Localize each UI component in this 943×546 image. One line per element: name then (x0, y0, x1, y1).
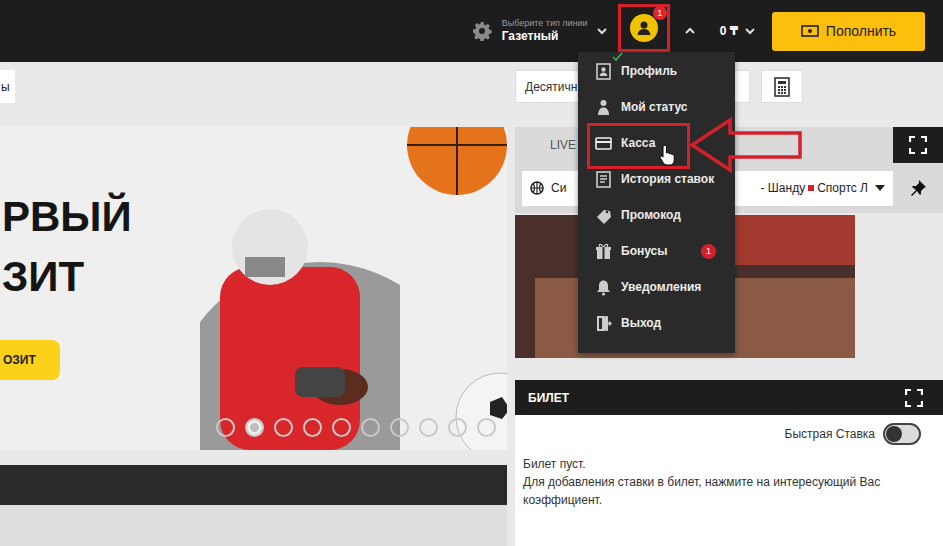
carousel-dot[interactable] (419, 418, 438, 437)
pointer-arrow-icon (688, 117, 804, 173)
pin-icon[interactable] (909, 179, 927, 197)
chevron-up-icon[interactable] (684, 25, 696, 37)
carousel-dot[interactable] (216, 418, 235, 437)
avatar[interactable]: 1 (630, 14, 658, 42)
chevron-down-icon[interactable] (744, 25, 756, 37)
calculator-icon (774, 77, 790, 97)
deposit-label: Пополнить (826, 23, 896, 39)
line-type-value[interactable]: Газетный (502, 29, 588, 44)
empty-ticket-title: Билет пуст. (523, 455, 935, 473)
sports-bar (0, 465, 507, 505)
deposit-button[interactable]: Пополнить (772, 12, 925, 51)
menu-item-label: Профиль (621, 64, 677, 78)
status-icon (595, 99, 612, 116)
logout-icon (595, 315, 612, 332)
calculator-button[interactable] (761, 70, 803, 103)
history-icon (595, 171, 612, 188)
hand-cursor-icon (659, 144, 677, 166)
ticket-body: Быстрая Ставка Билет пуст. Для добавлени… (515, 415, 943, 546)
menu-item[interactable]: Профиль (578, 53, 735, 89)
profile-icon (595, 63, 612, 80)
top-bar: Выберите тип линии Газетный 1 0 ₸ Пополн… (0, 0, 943, 62)
carousel-dot[interactable] (245, 418, 264, 437)
banner-headline: РВЫЙ (0, 191, 132, 243)
notification-badge: 1 (653, 6, 667, 20)
money-icon (801, 25, 819, 37)
carousel-dot[interactable] (303, 418, 322, 437)
menu-item-label: Касса (621, 136, 655, 150)
match-name-start: Си (551, 181, 566, 195)
menu-item[interactable]: История ставок (578, 161, 735, 197)
card-icon (595, 135, 612, 152)
basketball-icon (405, 127, 507, 195)
basketball-icon (530, 181, 544, 195)
gift-icon (595, 243, 612, 260)
expand-icon[interactable] (905, 389, 923, 407)
bell-icon (595, 279, 612, 296)
ticket-header: БИЛЕТ (515, 380, 943, 415)
caret-down-icon (875, 184, 885, 192)
banner-headline: ЗИТ (0, 251, 132, 303)
menu-item-label: Промокод (621, 208, 681, 222)
promo-banner[interactable]: РВЫЙ ЗИТ ОЗИТ (0, 127, 507, 450)
gear-icon[interactable] (472, 21, 492, 41)
odds-format-value: Десятичн (525, 80, 577, 94)
user-icon (636, 20, 652, 36)
live-tab-label: LIVE (550, 138, 576, 152)
soccer-ball-icon (440, 367, 507, 450)
menu-item[interactable]: Уведомления (578, 269, 735, 305)
banner-button[interactable]: ОЗИТ (0, 340, 60, 380)
carousel-dot[interactable] (274, 418, 293, 437)
menu-item-label: Бонусы (621, 244, 668, 258)
menu-item[interactable]: Промокод (578, 197, 735, 233)
empty-ticket-hint: Для добавления ставки в билет, нажмите н… (523, 473, 935, 509)
player-image (200, 172, 400, 450)
carousel-dot[interactable] (448, 418, 467, 437)
carousel-dot[interactable] (390, 418, 409, 437)
user-button[interactable]: 1 (618, 4, 670, 52)
menu-item[interactable]: Выход (578, 305, 735, 341)
sport-tab[interactable]: ы (0, 70, 15, 103)
tag-icon (595, 207, 612, 224)
expand-icon (909, 136, 927, 154)
menu-item[interactable]: Бонусы 1 (578, 233, 735, 269)
expand-button[interactable] (893, 127, 943, 163)
quick-bet-label: Быстрая Ставка (785, 427, 875, 441)
menu-item-label: Уведомления (621, 280, 701, 294)
menu-item-label: Выход (621, 316, 661, 330)
menu-item-label: Мой статус (621, 100, 688, 114)
match-name-end: - ШандуСпортс Л (761, 181, 868, 195)
carousel-dot[interactable] (361, 418, 380, 437)
menu-badge: 1 (701, 244, 716, 259)
check-icon (612, 51, 623, 62)
quick-bet-toggle[interactable] (883, 423, 921, 445)
live-square-icon (808, 185, 814, 191)
ticket-title: БИЛЕТ (528, 391, 569, 405)
user-menu: Профиль Мой статус Касса История ставок Пром… (578, 52, 735, 353)
chevron-down-icon[interactable] (596, 25, 608, 37)
menu-item[interactable]: Мой статус (578, 89, 735, 125)
line-type-selector[interactable]: Выберите тип линии Газетный (502, 18, 588, 44)
line-type-label: Выберите тип линии (502, 18, 588, 29)
carousel-dot[interactable] (332, 418, 351, 437)
balance: 0 ₸ (720, 24, 738, 38)
menu-item-label: История ставок (621, 172, 714, 186)
carousel-dot[interactable] (477, 418, 496, 437)
